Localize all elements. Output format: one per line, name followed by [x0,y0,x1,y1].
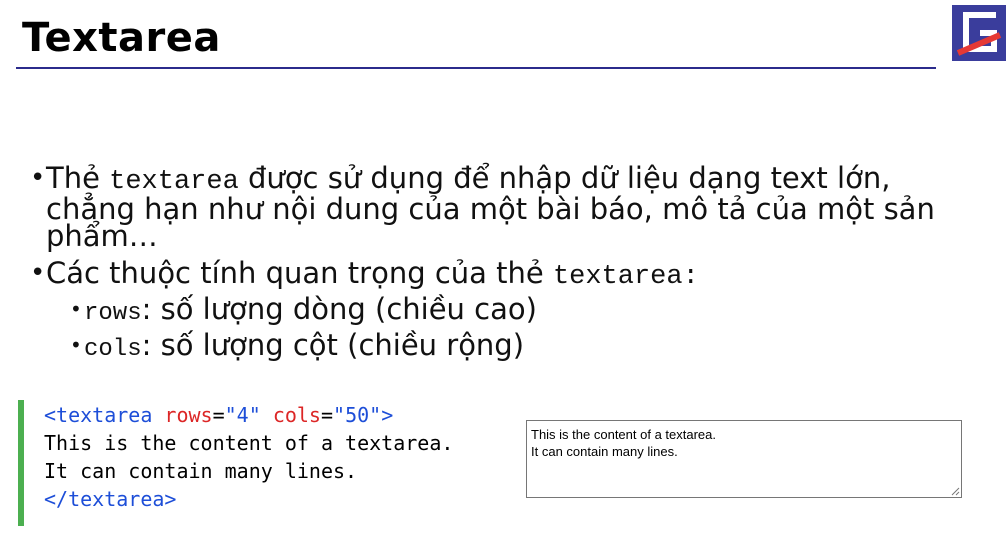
bullet-dot: • [30,163,46,193]
title-divider [16,67,936,69]
bullet-textarea-description: • Thẻ textarea được sử dụng để nhập dữ l… [30,163,990,253]
bullet-text: : số lượng dòng (chiều cao) [141,292,537,326]
code-example: <textarea rows="4" cols="50"> This is th… [18,400,514,526]
inline-code: textarea: [552,262,699,292]
bullet-text: phẩm… [46,219,158,253]
brand-logo [952,5,1006,61]
resize-handle-icon[interactable] [951,487,960,496]
bullet-dot: • [70,297,82,321]
code-line-3: It can contain many lines. [44,459,358,483]
bullet-text: Thẻ [46,161,110,195]
bullet-text: Các thuộc tính quan trọng của thẻ [46,256,553,290]
sub-bullet-rows: • rows: số lượng dòng (chiều cao) [70,295,990,328]
page-title: Textarea [22,15,221,61]
bullet-text: chẳng hạn như nội dung của một bài báo, … [46,192,935,226]
sub-bullet-cols: • cols: số lượng cột (chiều rộng) [70,331,990,364]
code-line-4: </textarea> [44,487,177,511]
inline-code: cols [84,336,142,363]
bullet-text: : số lượng cột (chiều rộng) [141,328,525,362]
code-line-2: This is the content of a textarea. [44,431,454,455]
code-line-1: <textarea rows="4" cols="50"> [44,403,394,427]
bullet-dot: • [30,258,46,288]
bullet-dot: • [70,333,82,357]
demo-textarea[interactable]: This is the content of a textarea. It ca… [526,420,962,498]
inline-code: rows [84,300,142,327]
bullet-list: • Thẻ textarea được sử dụng để nhập dữ l… [30,163,990,364]
bullet-attributes: • Các thuộc tính quan trọng của thẻ text… [30,258,990,292]
bullet-text: được sử dụng để nhập dữ liệu dạng text l… [238,161,891,195]
